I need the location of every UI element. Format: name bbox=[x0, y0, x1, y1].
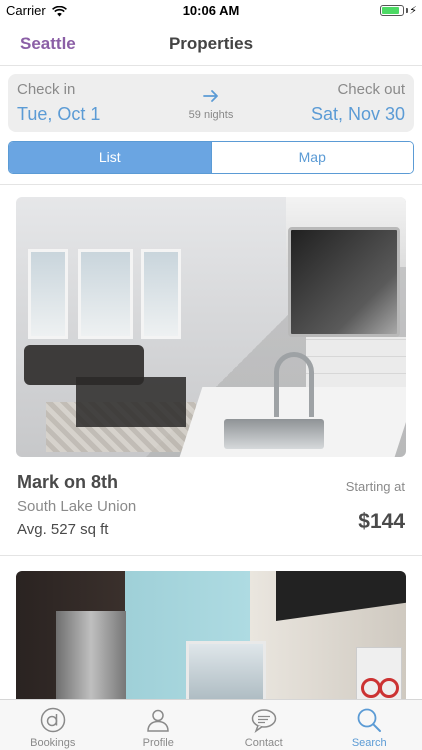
dining-table bbox=[76, 377, 186, 427]
window bbox=[141, 249, 181, 339]
checkin-date[interactable]: Tue, Oct 1 bbox=[17, 104, 100, 125]
microwave bbox=[288, 227, 400, 337]
property-price: $144 bbox=[358, 510, 405, 533]
list-tab[interactable]: List bbox=[9, 142, 211, 173]
view-toggle: List Map bbox=[8, 141, 414, 174]
tab-contact[interactable]: Contact bbox=[211, 700, 317, 750]
tab-label: Contact bbox=[244, 737, 283, 749]
property-photo[interactable] bbox=[16, 197, 406, 457]
battery-fill bbox=[382, 7, 399, 14]
arrow-right-icon bbox=[198, 87, 224, 108]
wall-art bbox=[356, 647, 402, 707]
faucet bbox=[274, 352, 314, 417]
tab-label: Bookings bbox=[30, 737, 76, 749]
battery-icon bbox=[380, 5, 404, 16]
tab-bar: Bookings Profile Contact Search bbox=[0, 699, 422, 750]
date-range-card[interactable]: Check in Tue, Oct 1 59 nights Check out … bbox=[8, 74, 414, 132]
page-title: Properties bbox=[168, 34, 254, 53]
checkout-date[interactable]: Sat, Nov 30 bbox=[311, 104, 405, 125]
tab-bookings[interactable]: Bookings bbox=[0, 700, 106, 750]
refrigerator bbox=[56, 611, 126, 711]
property-size: Avg. 527 sq ft bbox=[17, 521, 109, 538]
tab-label: Search bbox=[351, 737, 387, 749]
status-bar: Carrier 10:06 AM ⚡ bbox=[0, 0, 422, 22]
nav-bar: Seattle Properties bbox=[0, 22, 422, 66]
nights-count: 59 nights bbox=[188, 109, 234, 121]
bike-wheel bbox=[379, 678, 399, 698]
starting-at-label: Starting at bbox=[345, 479, 405, 494]
map-tab[interactable]: Map bbox=[210, 142, 413, 173]
tab-search[interactable]: Search bbox=[317, 700, 422, 750]
property-name[interactable]: Mark on 8th bbox=[17, 472, 118, 493]
property-neighborhood: South Lake Union bbox=[17, 498, 137, 515]
window bbox=[28, 249, 68, 339]
checkout-label: Check out bbox=[337, 81, 405, 98]
bike-wheel bbox=[361, 678, 381, 698]
clock: 10:06 AM bbox=[182, 3, 240, 18]
divider bbox=[0, 555, 422, 556]
tab-label: Profile bbox=[142, 737, 174, 749]
window bbox=[78, 249, 133, 339]
sink bbox=[224, 419, 324, 449]
divider bbox=[0, 184, 422, 185]
bolt-icon: ⚡ bbox=[409, 5, 417, 17]
checkin-label: Check in bbox=[17, 81, 76, 98]
tab-profile[interactable]: Profile bbox=[106, 700, 212, 750]
battery-tip bbox=[406, 8, 408, 13]
ceiling-beam bbox=[276, 571, 406, 621]
property-photo[interactable] bbox=[16, 571, 406, 711]
